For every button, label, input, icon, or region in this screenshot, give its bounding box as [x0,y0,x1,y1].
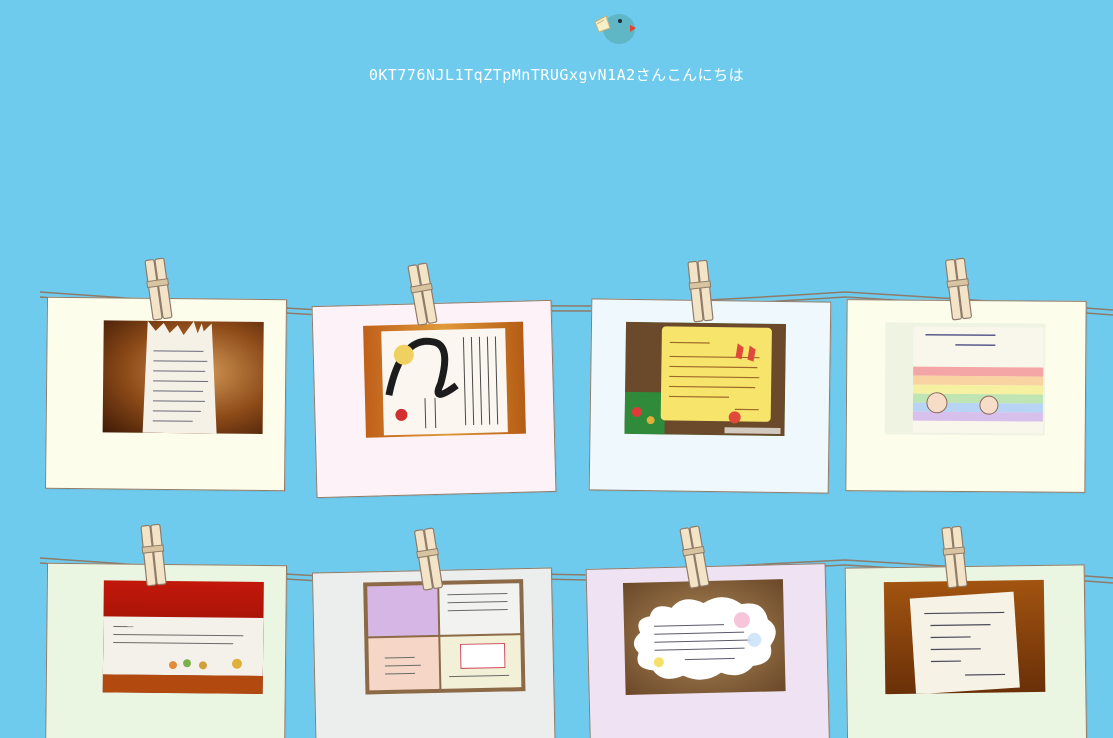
letter-card-1[interactable] [45,296,287,492]
greeting-text: 0KT776NJL1TqZTpMnTRUGxgvN1A2さんこんにちは [368,66,745,84]
handwritten-letter-photo [102,320,264,435]
clothespin-icon [138,523,170,587]
page: 0KT776NJL1TqZTpMnTRUGxgvN1A2さんこんにちは [0,0,1113,738]
letter-card-8[interactable] [844,564,1088,738]
letter-card-7[interactable] [585,563,831,738]
letter-card-6[interactable] [311,567,557,738]
calligraphy-letter-photo [363,321,526,438]
bird-logo-icon[interactable] [590,8,640,48]
flower-note-photo [102,580,264,695]
letter-card-5[interactable] [44,562,288,738]
letter-card-4[interactable] [845,299,1087,493]
clothespin-icon [939,525,971,589]
greeting-cards-photo [363,579,526,695]
clothespin-icon [685,259,717,323]
letter-card-3[interactable] [588,298,832,494]
sticky-note-photo [883,579,1046,695]
rainbow-drawing-photo [884,322,1046,436]
cloud-note-photo [622,579,786,696]
game-screenshot-photo [624,321,787,437]
letter-card-2[interactable] [311,299,557,499]
